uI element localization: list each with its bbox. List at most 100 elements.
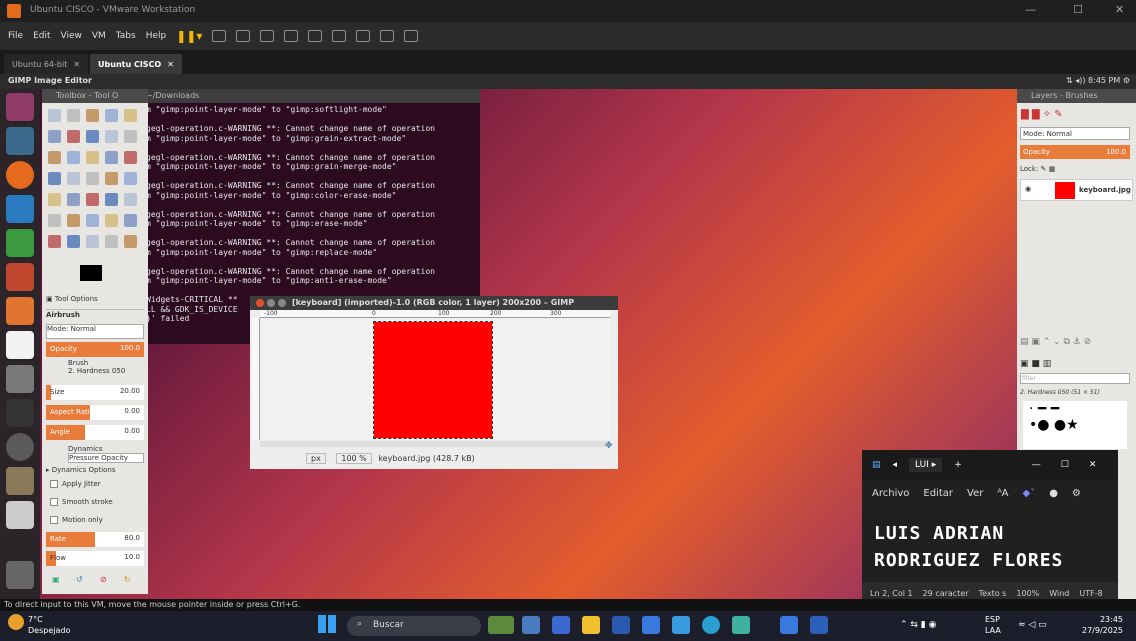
gimp-tool-icon[interactable] [86, 235, 99, 248]
gimp-tool-icon[interactable] [124, 235, 137, 248]
gimp-tool-icon[interactable] [48, 214, 61, 227]
image-canvas[interactable] [260, 318, 610, 440]
windows-start-icon[interactable] [318, 615, 336, 633]
minimize-icon[interactable]: — [1032, 460, 1041, 470]
gimp-tool-icon[interactable] [124, 214, 137, 227]
gimp-tool-icon[interactable] [86, 172, 99, 185]
gimp-tool-icon[interactable] [67, 151, 80, 164]
taskbar-search[interactable]: ⌕ Buscar [347, 616, 481, 636]
menu-tabs[interactable]: Tabs [116, 31, 136, 41]
angle-slider[interactable]: Angle 0.00 [46, 425, 144, 440]
gimp-tool-icon[interactable] [105, 172, 118, 185]
gimp-tool-icon[interactable] [86, 130, 99, 143]
tab-ubuntu-cisco[interactable]: Ubuntu CISCO ✕ [90, 54, 182, 74]
gimp-tool-icon[interactable] [86, 151, 99, 164]
close-icon[interactable]: ✕ [167, 60, 174, 69]
layer-actions-icon[interactable]: ▤ ▣ ⌃ ⌄ ⧉ ⚓ ⊘ [1020, 337, 1091, 347]
rate-slider[interactable]: Rate 80.0 [46, 532, 144, 547]
size-slider[interactable]: Size 20.00 [46, 385, 144, 400]
mail-icon[interactable] [642, 616, 660, 634]
menu-view[interactable]: View [61, 31, 82, 41]
snapshot-manager-icon[interactable] [284, 30, 299, 42]
gimp-tool-icon[interactable] [48, 151, 61, 164]
snapshot-icon[interactable] [236, 30, 251, 42]
vscode-icon[interactable] [732, 616, 750, 634]
gimp-tool-icon[interactable] [48, 109, 61, 122]
layer-row[interactable]: ◉ keyboard.jpg [1020, 179, 1133, 201]
widgets-icon[interactable] [488, 616, 514, 634]
writer-icon[interactable] [6, 195, 34, 223]
layer-opacity-slider[interactable]: Opacity 100.0 [1020, 145, 1130, 159]
font-size-icon[interactable]: ᴬA [997, 488, 1008, 499]
settings-icon[interactable] [6, 365, 34, 393]
gimp-tool-icon[interactable] [105, 193, 118, 206]
input-language[interactable]: ESP LAA [985, 614, 1001, 636]
flow-slider[interactable]: Flow 10.0 [46, 551, 144, 566]
gimp-tool-icon[interactable] [48, 130, 61, 143]
brush-grid[interactable]: · ━ ━ •● ●★ [1023, 401, 1127, 449]
sidebar-toggle-icon[interactable] [308, 30, 323, 42]
console-view-icon[interactable] [380, 30, 395, 42]
gimp-tool-icon[interactable] [124, 130, 137, 143]
send-keys-icon[interactable] [212, 30, 227, 42]
close-icon[interactable]: ✕ [1115, 3, 1124, 16]
dynamics-select[interactable]: Dynamics Pressure Opacity [46, 445, 144, 463]
thumbnail-icon[interactable] [332, 30, 347, 42]
aspect-ratio-slider[interactable]: Aspect Ratio 0.00 [46, 405, 144, 420]
gimp-tool-icon[interactable] [124, 109, 137, 122]
horizontal-scrollbar[interactable] [260, 441, 610, 447]
system-tray[interactable]: ⇅ ◂)) 8:45 PM ⚙ [1066, 76, 1130, 85]
gimp-tool-icon[interactable] [48, 235, 61, 248]
menu-file[interactable]: File [8, 31, 23, 41]
smooth-stroke-checkbox[interactable]: Smooth stroke [46, 498, 144, 513]
tool-options-tab[interactable]: ▣ Tool Options [46, 295, 144, 310]
software-center-icon[interactable] [6, 297, 34, 325]
account-icon[interactable]: ● [1049, 488, 1058, 499]
trash-icon[interactable] [6, 561, 34, 589]
files-icon[interactable] [6, 127, 34, 155]
dynamics-options-expander[interactable]: ▸ Dynamics Options [46, 466, 144, 481]
notepad-text-area[interactable]: LUIS ADRIAN RODRIGUEZ FLORES [862, 506, 1118, 574]
weather-widget[interactable]: 7°C Despejado [28, 614, 70, 636]
menu-ver[interactable]: Ver [967, 488, 983, 499]
gimp-tool-icon[interactable] [105, 235, 118, 248]
brush-filter-input[interactable]: filter [1020, 373, 1130, 384]
menu-editar[interactable]: Editar [923, 488, 953, 499]
red-image-layer[interactable] [373, 321, 493, 439]
tab-ubuntu-64bit[interactable]: Ubuntu 64-bit ✕ [4, 54, 89, 74]
gimp-tool-icon[interactable] [124, 193, 137, 206]
gimp-tool-icon[interactable] [124, 172, 137, 185]
tab-scroll-left-icon[interactable]: ◂ [893, 460, 898, 470]
gimp-tool-icon[interactable] [105, 109, 118, 122]
notepad-taskbar-icon[interactable] [780, 616, 798, 634]
copilot-icon[interactable]: ◆˅ [1022, 488, 1035, 499]
save-options-icon[interactable]: ▣ [52, 575, 60, 584]
layers-tab-icon[interactable]: ▇ ▇ ✧ ✎ [1021, 109, 1063, 120]
minimize-icon[interactable]: — [1025, 3, 1036, 16]
zoom-select[interactable]: 100 % [336, 453, 372, 464]
vertical-ruler[interactable] [252, 318, 260, 440]
gimp-tool-icon[interactable] [48, 172, 61, 185]
close-dot-icon[interactable] [256, 299, 264, 307]
brushes-tab-icon[interactable]: ▣ ■ ▥ [1020, 359, 1051, 369]
layer-mode-select[interactable]: Mode: Normal [1020, 127, 1130, 140]
gimp-tool-icon[interactable] [86, 109, 99, 122]
restore-options-icon[interactable]: ↺ [76, 575, 83, 584]
gimp-tool-icon[interactable] [67, 130, 80, 143]
store-icon[interactable] [612, 616, 630, 634]
updater-icon[interactable] [6, 433, 34, 461]
motion-only-checkbox[interactable]: Motion only [46, 516, 144, 531]
menu-vm[interactable]: VM [92, 31, 106, 41]
opacity-slider[interactable]: Opacity 100.0 [46, 342, 144, 357]
gimp-tool-icon[interactable] [67, 109, 80, 122]
gimp-tool-icon[interactable] [67, 235, 80, 248]
gimp-icon[interactable] [6, 467, 34, 495]
task-view-icon[interactable] [522, 616, 540, 634]
weather-icon[interactable] [8, 614, 24, 630]
navigate-icon[interactable]: ✥ [605, 441, 613, 451]
word-icon[interactable] [810, 616, 828, 634]
fullscreen-icon[interactable] [356, 30, 371, 42]
close-icon[interactable]: ✕ [1089, 460, 1097, 470]
minimize-dot-icon[interactable] [267, 299, 275, 307]
maximize-icon[interactable]: ☐ [1073, 3, 1083, 16]
